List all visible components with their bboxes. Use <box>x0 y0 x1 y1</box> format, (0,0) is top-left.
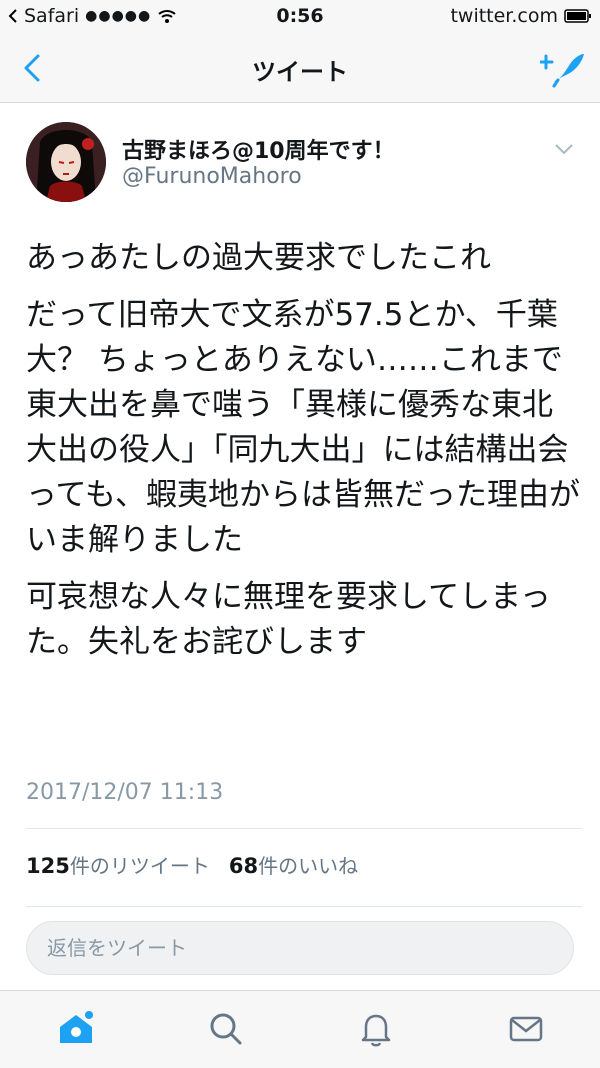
retweet-count: 125 <box>26 854 70 878</box>
tweet-text: あっあたしの過大要求でしたこれ だって旧帝大で文系が57.5とか、千葉大？ ちょ… <box>26 236 582 677</box>
status-url: twitter.com <box>450 5 558 27</box>
tab-notifications[interactable] <box>356 1009 396 1049</box>
like-stat[interactable]: 68件のいいね <box>229 854 358 878</box>
retweet-label: 件のリツイート <box>69 854 210 878</box>
tweet-paragraph: だって旧帝大で文系が57.5とか、千葉大？ ちょっとありえない……これまで東大出… <box>26 297 580 558</box>
page-title: ツイート <box>252 58 348 86</box>
status-bar: Safari ●●●●● 0:56 twitter.com <box>0 0 600 34</box>
tweet-timestamp[interactable]: 2017/12/07 11:13 <box>26 780 223 805</box>
like-label: 件のいいね <box>258 854 359 878</box>
reply-input[interactable]: 返信をツイート <box>26 921 574 975</box>
compose-tweet-button[interactable] <box>538 48 588 88</box>
tab-home[interactable] <box>56 1009 96 1049</box>
author-handle[interactable]: @FurunoMahoro <box>122 164 302 189</box>
status-right: twitter.com <box>450 5 592 27</box>
notifications-icon <box>361 1014 391 1047</box>
compose-tweet-icon <box>538 54 584 88</box>
tweet-stats: 125件のリツイート 68件のいいね <box>26 850 358 879</box>
divider <box>26 906 582 907</box>
search-icon <box>210 1013 242 1045</box>
like-count: 68 <box>228 854 259 878</box>
tab-search[interactable] <box>206 1009 246 1049</box>
tweet-paragraph: あっあたしの過大要求でしたこれ <box>26 240 491 276</box>
divider <box>26 828 582 829</box>
author-name[interactable]: 古野まほろ@10周年です！ <box>122 133 395 165</box>
retweet-stat[interactable]: 125件のリツイート <box>26 854 210 878</box>
chevron-down-icon <box>555 144 573 155</box>
avatar[interactable] <box>26 122 106 202</box>
avatar-image <box>26 122 106 202</box>
home-icon <box>60 1011 93 1043</box>
tweet-options-button[interactable] <box>552 140 576 158</box>
tab-messages[interactable] <box>506 1009 546 1049</box>
tab-bar <box>0 990 600 1068</box>
navigation-bar: ツイート <box>0 34 600 103</box>
messages-icon <box>509 1016 543 1042</box>
tweet-paragraph: 可哀想な人々に無理を要求してしまった。失礼をお詫びします <box>26 579 551 660</box>
battery-icon <box>564 9 591 23</box>
